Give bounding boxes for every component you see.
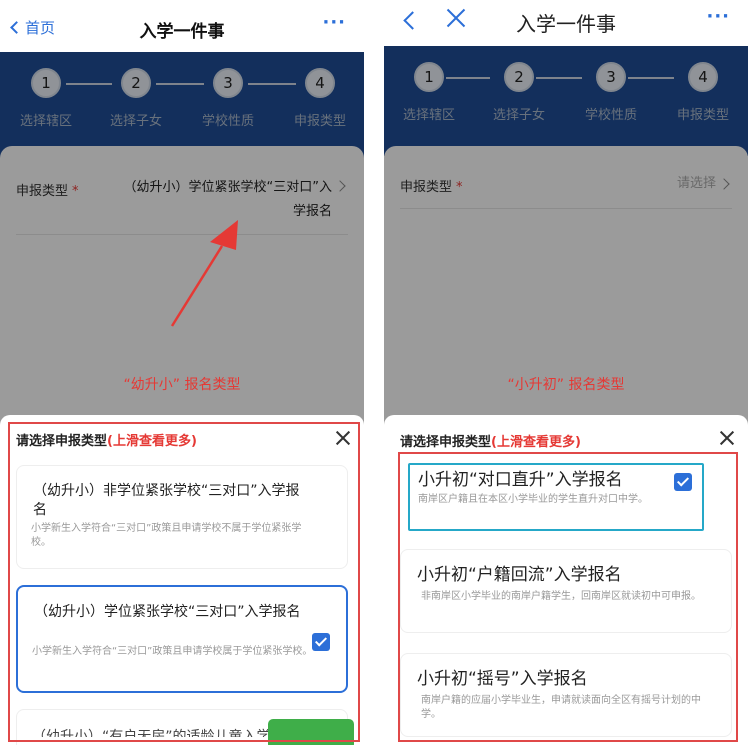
option-title: 小升初“对口直升”入学报名 [418,470,623,490]
close-icon[interactable] [718,429,736,447]
option-description: 南岸户籍的应届小学毕业生，申请就读面向全区有摇号计划的中学。 [421,695,701,720]
checkbox-checked-icon[interactable] [312,633,330,651]
left-screenshot-panel: 首页 入学一件事 ··· 1 选择辖区 2 选择子女 3 学校性质 4 申报类型 申报类… [0,0,364,745]
more-menu-icon[interactable]: ··· [706,6,730,27]
bottom-sheet: 请选择申报类型(上滑查看更多) （幼升小）非学位紧张学校“三对口”入学报名 小学… [0,415,364,745]
option-title: （幼升小）非学位紧张学校“三对口”入学报名 [33,483,300,518]
nav-bar: 入学一件事 ··· [384,0,748,52]
annotation-label: “幼升小” 报名类型 [123,377,241,393]
option-title: 小升初“摇号”入学报名 [417,669,588,689]
right-screenshot-panel: 入学一件事 ··· 1 选择辖区 2 选择子女 3 学校性质 4 申报类型 申报类型 * … [384,0,748,745]
page-title: 入学一件事 [516,12,616,36]
option-card[interactable]: 小升初“摇号”入学报名 南岸户籍的应届小学毕业生，申请就读面向全区有摇号计划的中… [400,653,732,737]
confirm-button[interactable] [268,719,354,745]
sheet-title-text: 请选择申报类型 [16,434,108,449]
annotation-label: “小升初” 报名类型 [507,377,625,393]
checkbox-checked-icon[interactable] [674,473,692,491]
option-card[interactable]: （幼升小）非学位紧张学校“三对口”入学报名 小学新生入学符合“三对口”政策且申请… [16,465,348,569]
close-icon[interactable] [334,429,352,447]
option-card[interactable]: 小升初“户籍回流”入学报名 非南岸区小学毕业的南岸户籍学生，回南岸区就读初中可申… [400,549,732,633]
option-title: 小升初“户籍回流”入学报名 [417,565,622,585]
sheet-title: 请选择申报类型(上滑查看更多) [16,430,197,449]
sheet-title: 请选择申报类型(上滑查看更多) [400,431,581,450]
sheet-title-text: 请选择申报类型 [400,435,492,450]
option-description: 小学新生入学符合“三对口”政策且申请学校不属于学位紧张学校。 [31,523,302,548]
option-title: （幼升小）学位紧张学校“三对口”入学报名 [34,604,301,620]
option-description: 非南岸区小学毕业的南岸户籍学生，回南岸区就读初中可申报。 [421,591,701,602]
option-description: 小学新生入学符合“三对口”政策且申请学校属于学位紧张学校。 [32,646,313,657]
option-description: 南岸区户籍且在本区小学毕业的学生直升对口中学。 [418,494,648,505]
option-card-selected[interactable]: （幼升小）学位紧张学校“三对口”入学报名 小学新生入学符合“三对口”政策且申请学… [16,585,348,693]
bottom-sheet: 请选择申报类型(上滑查看更多) 小升初“对口直升”入学报名 南岸区户籍且在本区小… [384,415,748,745]
option-card-selected[interactable]: 小升初“对口直升”入学报名 南岸区户籍且在本区小学毕业的学生直升对口中学。 [408,463,704,531]
scroll-hint: (上滑查看更多) [107,434,197,449]
scroll-hint: (上滑查看更多) [491,435,581,450]
